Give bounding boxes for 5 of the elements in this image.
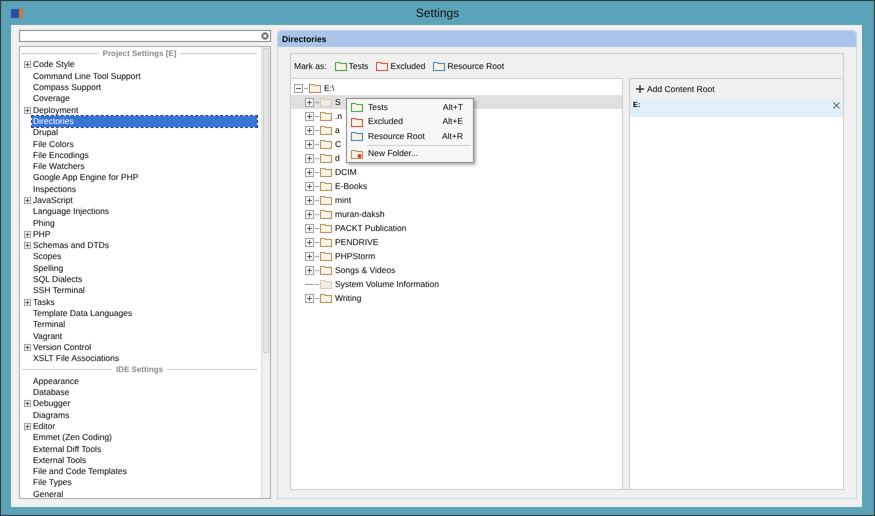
group-header: IDE Settings [116, 364, 164, 376]
panel-header: Directories [278, 31, 856, 47]
group-header: Project Settings [E] [102, 48, 176, 60]
window-title: Settings [416, 5, 460, 22]
mark-as-label: Mark as: [294, 60, 327, 72]
